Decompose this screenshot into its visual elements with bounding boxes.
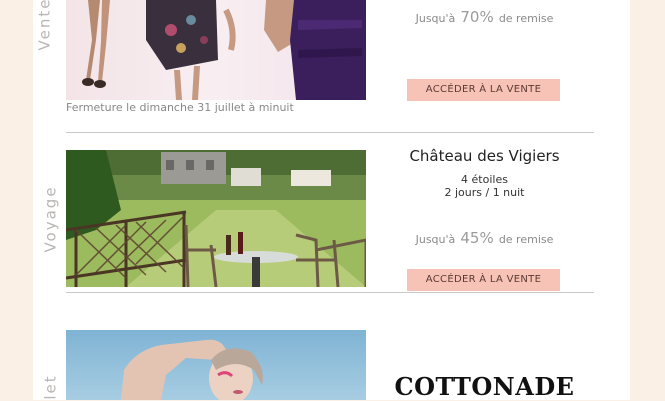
discount-prefix: Jusqu'à [415,12,456,25]
sale2-rating: 4 étoiles [461,173,508,186]
divider [66,292,594,293]
divider [66,132,594,133]
discount-value: 45% [460,229,494,247]
sale-image-dresses[interactable] [66,0,366,100]
sale1-discount: Jusqu'à 70% de remise [366,7,603,26]
models-illustration [82,0,366,100]
sale2-duration: 2 jours / 1 nuit [444,186,525,199]
sale2-details: Château des Vigiers 4 étoiles 2 jours / … [366,147,603,199]
category-label-vente: Vente [35,0,54,51]
discount-suffix: de remise [498,233,554,246]
sale-image-model[interactable] [66,330,366,400]
sale1-closing-text: Fermeture le dimanche 31 juillet à minui… [66,101,294,114]
brand-name: COTTONADE [394,372,575,401]
sale-image-chateau[interactable] [66,150,366,287]
model-illustration [121,339,263,400]
chateau-illustration [66,150,366,287]
sale1-access-button[interactable]: ACCÉDER À LA VENTE [407,79,560,101]
sale2-title: Château des Vigiers [409,147,560,165]
sale2-access-button[interactable]: ACCÉDER À LA VENTE [407,269,560,291]
discount-prefix: Jusqu'à [415,233,456,246]
category-label-voyage: Voyage [41,185,60,253]
sale2-discount: Jusqu'à 45% de remise [366,228,603,247]
discount-value: 70% [460,8,494,26]
discount-suffix: de remise [498,12,554,25]
category-label-partial: let [41,374,60,400]
